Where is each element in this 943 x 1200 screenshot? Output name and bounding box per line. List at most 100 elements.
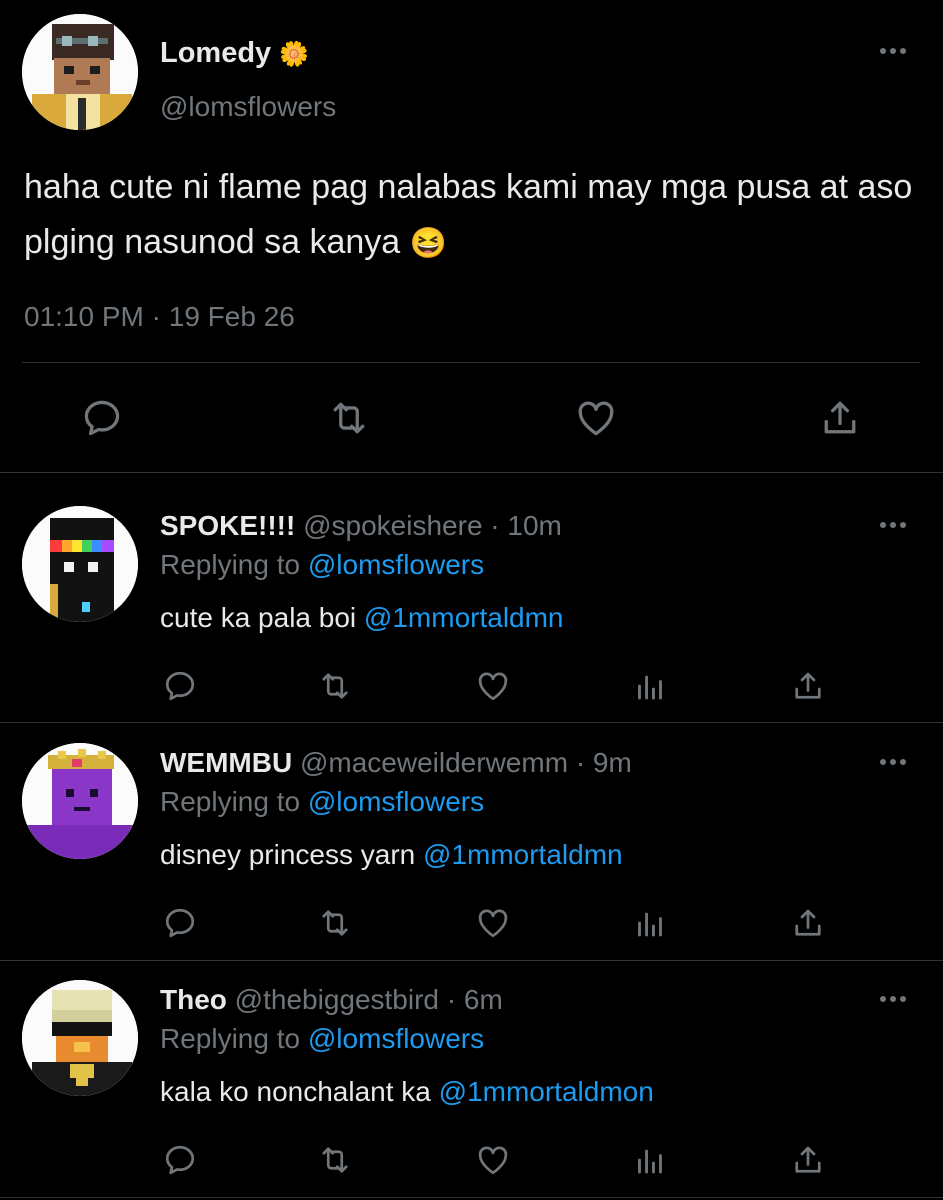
reply-bubble-icon xyxy=(165,671,195,701)
avatar-image xyxy=(22,14,138,130)
heart-icon xyxy=(578,401,614,436)
avatar[interactable] xyxy=(22,743,138,859)
name-emoji: 🌼 xyxy=(279,41,310,68)
mention-link[interactable]: @1mmortaldmn xyxy=(364,602,564,633)
divider xyxy=(0,1197,943,1198)
author-handle[interactable]: @spokeishere xyxy=(303,510,482,541)
tweet-emoji: 😆 xyxy=(409,227,447,260)
replying-to: Replying to @lomsflowers xyxy=(160,1021,484,1057)
retweet-button[interactable] xyxy=(316,905,354,941)
reply-button[interactable] xyxy=(162,1142,198,1178)
retweet-icon xyxy=(322,910,348,936)
mention-link[interactable]: @1mmortaldmn xyxy=(423,839,623,870)
reply-header: SPOKE!!!! @spokeishere · 10m xyxy=(160,508,562,544)
replying-to-label: Replying to xyxy=(160,549,301,580)
like-button[interactable] xyxy=(474,1142,512,1178)
like-button[interactable] xyxy=(474,668,512,704)
views-bars-icon xyxy=(638,675,662,700)
reply-body: cute ka pala boi xyxy=(160,602,357,633)
reply-text: disney princess yarn @1mmortaldmn xyxy=(160,837,623,873)
retweet-button[interactable] xyxy=(316,1142,354,1178)
separator: · xyxy=(446,984,457,1015)
avatar-image xyxy=(22,743,138,859)
reply-header: Theo @thebiggestbird · 6m xyxy=(160,982,503,1018)
divider xyxy=(0,722,943,723)
views-bars-icon xyxy=(638,912,662,937)
replying-to-handle[interactable]: @lomsflowers xyxy=(308,1023,484,1054)
author-line: Lomedy 🌼 xyxy=(160,34,309,74)
avatar[interactable] xyxy=(22,980,138,1096)
more-dots-icon xyxy=(880,996,906,1002)
share-button[interactable] xyxy=(790,1142,826,1178)
more-button[interactable] xyxy=(876,755,910,769)
author-name[interactable]: Lomedy xyxy=(160,37,271,69)
like-button[interactable] xyxy=(474,905,512,941)
share-icon xyxy=(795,672,821,699)
tweet-text: haha cute ni flame pag nalabas kami may … xyxy=(24,160,924,271)
reply-body: disney princess yarn xyxy=(160,839,416,870)
more-dots-icon xyxy=(880,522,906,528)
author-name[interactable]: WEMMBU xyxy=(160,747,292,778)
author-handle[interactable]: @thebiggestbird xyxy=(235,984,439,1015)
reply-button[interactable] xyxy=(162,905,198,941)
share-button[interactable] xyxy=(790,668,826,704)
more-dots-icon xyxy=(880,48,906,54)
retweet-button[interactable] xyxy=(326,396,372,440)
replying-to: Replying to @lomsflowers xyxy=(160,547,484,583)
retweet-button[interactable] xyxy=(316,668,354,704)
divider xyxy=(22,362,920,363)
reply-time[interactable]: 9m xyxy=(593,747,632,778)
more-button[interactable] xyxy=(876,44,910,58)
share-icon xyxy=(824,401,856,434)
replying-to-handle[interactable]: @lomsflowers xyxy=(308,549,484,580)
separator: · xyxy=(151,301,161,332)
like-button[interactable] xyxy=(573,396,619,440)
share-icon xyxy=(795,1146,821,1173)
separator: · xyxy=(490,510,500,541)
avatar-image xyxy=(22,980,138,1096)
reply-time[interactable]: 10m xyxy=(507,510,561,541)
reply-bubble-icon xyxy=(84,400,120,436)
more-dots-icon xyxy=(880,759,906,765)
avatar-image xyxy=(22,506,138,622)
views-bars-icon xyxy=(638,1149,662,1174)
reply-text: cute ka pala boi @1mmortaldmn xyxy=(160,600,564,636)
more-button[interactable] xyxy=(876,992,910,1006)
share-button[interactable] xyxy=(818,396,862,440)
heart-icon xyxy=(478,909,508,938)
author-name[interactable]: Theo xyxy=(160,984,227,1015)
replying-to-label: Replying to xyxy=(160,786,301,817)
separator: · xyxy=(575,747,586,778)
views-button[interactable] xyxy=(632,1142,668,1178)
reply-header: WEMMBU @maceweilderwemm · 9m xyxy=(160,745,632,781)
replying-to-label: Replying to xyxy=(160,1023,301,1054)
divider xyxy=(0,472,943,473)
reply-button[interactable] xyxy=(80,396,124,440)
replying-to: Replying to @lomsflowers xyxy=(160,784,484,820)
reply-button[interactable] xyxy=(162,668,198,704)
author-name[interactable]: SPOKE!!!! xyxy=(160,510,295,541)
author-handle[interactable]: @maceweilderwemm xyxy=(300,747,568,778)
retweet-icon xyxy=(322,673,348,699)
tweet-date: 19 Feb 26 xyxy=(168,301,295,332)
share-button[interactable] xyxy=(790,905,826,941)
more-button[interactable] xyxy=(876,518,910,532)
views-button[interactable] xyxy=(632,905,668,941)
divider xyxy=(0,960,943,961)
timestamp[interactable]: 01:10 PM · 19 Feb 26 xyxy=(24,298,295,336)
retweet-icon xyxy=(322,1147,348,1173)
heart-icon xyxy=(478,1146,508,1175)
author-handle[interactable]: @lomsflowers xyxy=(160,88,336,126)
tweet-body: haha cute ni flame pag nalabas kami may … xyxy=(24,168,913,261)
tweet-time: 01:10 PM xyxy=(24,301,144,332)
views-button[interactable] xyxy=(632,668,668,704)
share-icon xyxy=(795,909,821,936)
avatar[interactable] xyxy=(22,14,138,130)
avatar[interactable] xyxy=(22,506,138,622)
mention-link[interactable]: @1mmortaldmon xyxy=(439,1076,654,1107)
reply-bubble-icon xyxy=(165,1145,195,1175)
reply-time[interactable]: 6m xyxy=(464,984,503,1015)
replying-to-handle[interactable]: @lomsflowers xyxy=(308,786,484,817)
reply-body: kala ko nonchalant ka xyxy=(160,1076,431,1107)
heart-icon xyxy=(478,672,508,701)
